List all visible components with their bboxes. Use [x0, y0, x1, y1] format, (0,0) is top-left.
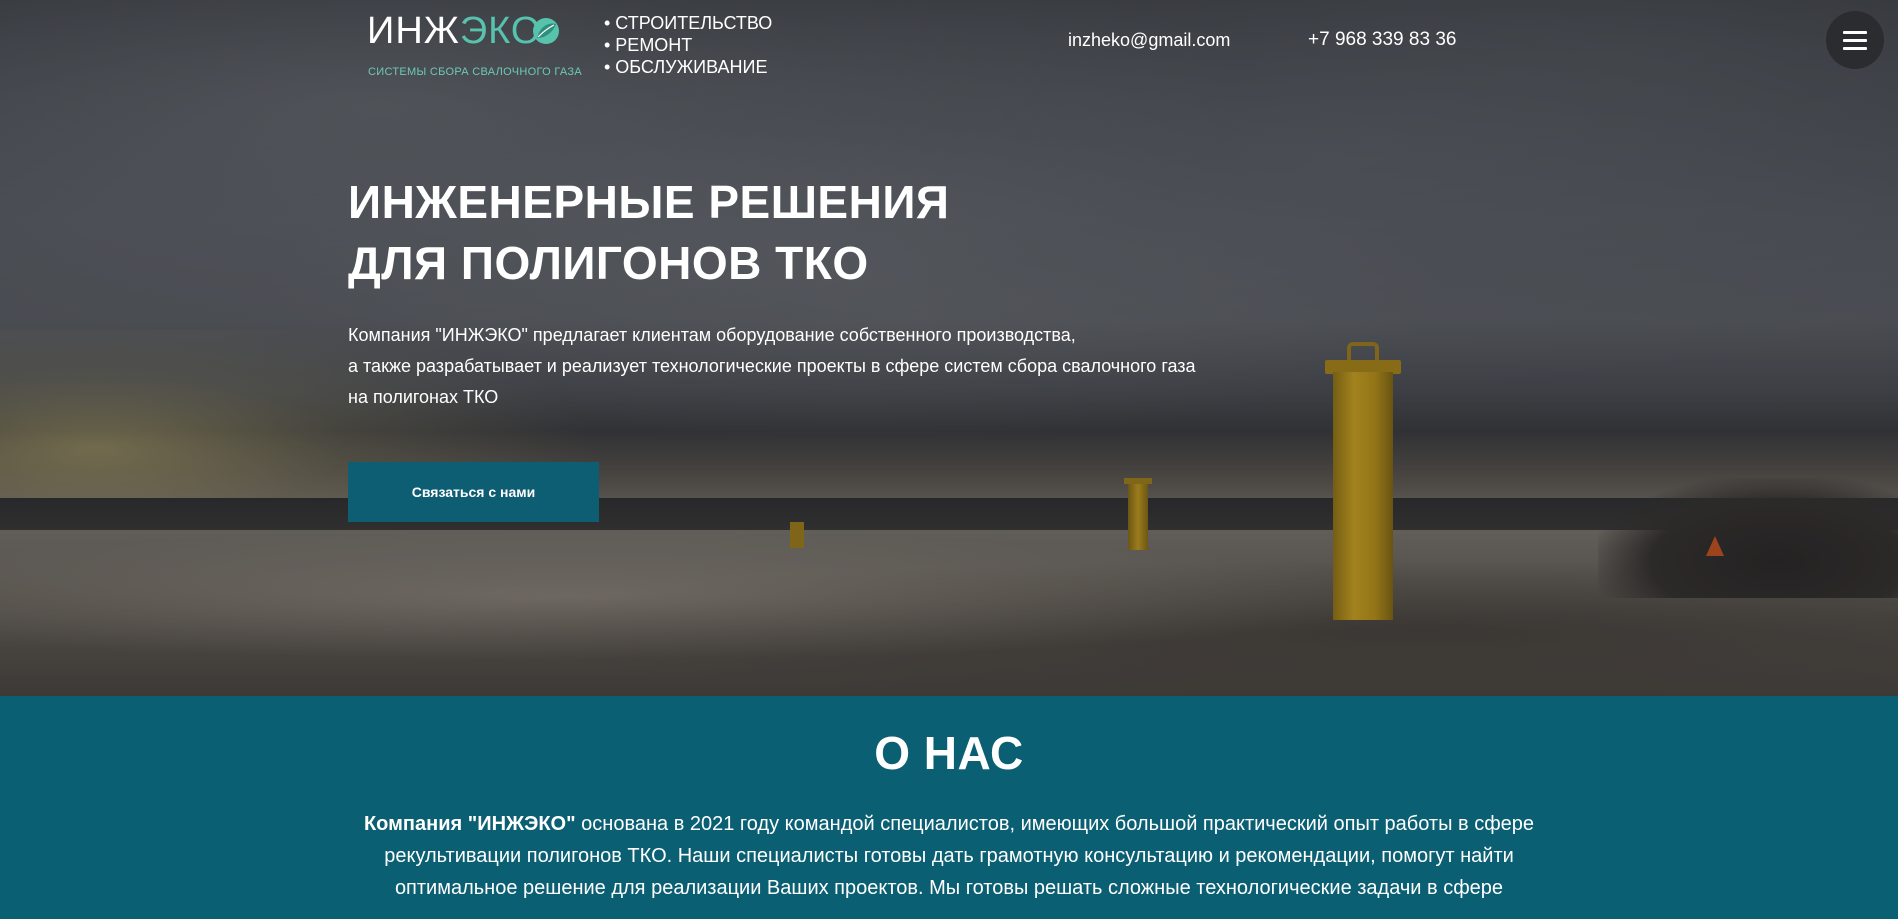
about-section: О НАС Компания "ИНЖЭКО" основана в 2021 … — [0, 696, 1898, 919]
hero-title-line-1: ИНЖЕНЕРНЫЕ РЕШЕНИЯ — [348, 176, 950, 228]
about-text-line-3: оптимальное решение для реализации Ваших… — [394, 877, 1504, 899]
logo-wordmark-accent: ЭКО — [459, 10, 542, 52]
about-text-line-2: рекультивации полигонов ТКО. Наши специа… — [384, 845, 1514, 867]
hero-title-line-2: ДЛЯ ПОЛИГОНОВ ТКО — [348, 237, 869, 289]
service-item-construction: • СТРОИТЕЛЬСТВО — [604, 13, 773, 33]
leaf-icon — [533, 18, 559, 44]
hero-section: ИНЖЭКО СИСТЕМЫ СБОРА СВАЛОЧНОГО ГАЗА • С… — [0, 0, 1898, 696]
service-item-repair: • РЕМОНТ — [604, 35, 693, 55]
menu-bar-top — [1843, 31, 1867, 34]
service-item-maintenance: • ОБСЛУЖИВАНИЕ — [604, 57, 768, 77]
menu-bar-middle — [1843, 39, 1867, 42]
logo-wordmark: ИНЖЭКО — [367, 10, 541, 53]
hero-description-line-3: на полигонах ТКО — [348, 387, 499, 407]
site-header: ИНЖЭКО СИСТЕМЫ СБОРА СВАЛОЧНОГО ГАЗА • С… — [0, 0, 1898, 90]
hero-description-line-1: Компания "ИНЖЭКО" предлагает клиентам об… — [348, 325, 1076, 345]
hero-description-line-2: а также разрабатывает и реализует технол… — [348, 356, 1196, 376]
logo-wordmark-main: ИНЖ — [367, 10, 460, 52]
contact-us-button[interactable]: Связаться с нами — [348, 462, 599, 522]
about-company-name: Компания "ИНЖЭКО" — [363, 813, 576, 835]
about-text-line-1: Компания "ИНЖЭКО" основана в 2021 году к… — [349, 808, 1549, 840]
hamburger-menu-icon[interactable] — [1826, 11, 1884, 69]
phone-link[interactable]: +7 968 339 83 36 — [1308, 29, 1456, 51]
hero-title: ИНЖЕНЕРНЫЕ РЕШЕНИЯ ДЛЯ ПОЛИГОНОВ ТКО — [348, 172, 949, 294]
about-text: Компания "ИНЖЭКО" основана в 2021 году к… — [349, 808, 1549, 904]
about-text-line-1-rest: основана в 2021 году командой специалист… — [575, 813, 1535, 835]
logo-subtitle: СИСТЕМЫ СБОРА СВАЛОЧНОГО ГАЗА — [368, 66, 582, 78]
hero-description: Компания "ИНЖЭКО" предлагает клиентам об… — [348, 320, 1196, 413]
menu-bar-bottom — [1843, 47, 1867, 50]
email-link[interactable]: inzheko@gmail.com — [1068, 30, 1230, 51]
site-logo[interactable]: ИНЖЭКО СИСТЕМЫ СБОРА СВАЛОЧНОГО ГАЗА — [367, 10, 582, 80]
services-list: • СТРОИТЕЛЬСТВО • РЕМОНТ • ОБСЛУЖИВАНИЕ — [604, 12, 772, 78]
about-title: О НАС — [874, 727, 1024, 779]
